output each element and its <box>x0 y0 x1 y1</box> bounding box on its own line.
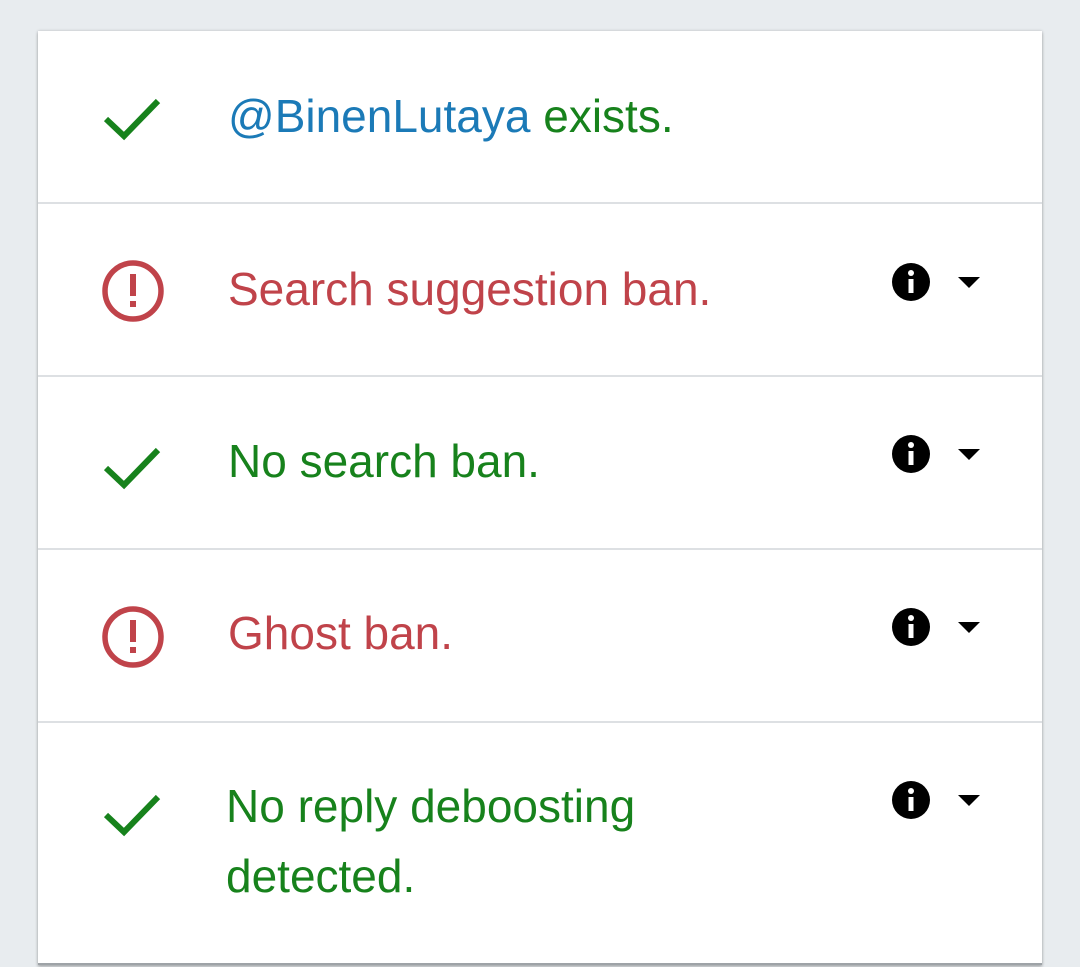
check-icon <box>100 83 166 149</box>
shadowban-results-card: @BinenLutaya exists. Search suggestion b… <box>38 31 1042 965</box>
result-text: @BinenLutaya exists. <box>228 81 748 151</box>
info-icon[interactable] <box>891 434 931 474</box>
result-row-search-ban[interactable]: No search ban. <box>38 377 1042 550</box>
alert-circle-icon <box>100 258 166 324</box>
chevron-down-icon[interactable] <box>958 449 980 461</box>
result-label-line: No reply deboosting <box>226 780 636 832</box>
result-label-line: detected. <box>226 850 416 902</box>
result-row-reply-deboosting[interactable]: No reply deboosting detected. <box>38 723 1042 963</box>
chevron-down-icon[interactable] <box>958 622 980 634</box>
result-label: No reply deboosting detected. <box>226 771 746 911</box>
result-label: No search ban. <box>228 435 540 487</box>
username-handle[interactable]: @BinenLutaya <box>228 90 530 142</box>
result-label: Search suggestion ban. <box>228 263 712 315</box>
result-label: exists. <box>530 90 674 142</box>
chevron-down-icon[interactable] <box>958 795 980 807</box>
chevron-down-icon[interactable] <box>958 277 980 289</box>
result-label: Ghost ban. <box>228 607 454 659</box>
result-row-exists: @BinenLutaya exists. <box>38 31 1042 204</box>
result-row-ghost-ban[interactable]: Ghost ban. <box>38 550 1042 723</box>
alert-circle-icon <box>100 604 166 670</box>
check-icon <box>100 779 166 845</box>
info-icon[interactable] <box>891 607 931 647</box>
info-icon[interactable] <box>891 262 931 302</box>
result-row-search-suggestion-ban[interactable]: Search suggestion ban. <box>38 204 1042 377</box>
info-icon[interactable] <box>891 780 931 820</box>
check-icon <box>100 432 166 498</box>
